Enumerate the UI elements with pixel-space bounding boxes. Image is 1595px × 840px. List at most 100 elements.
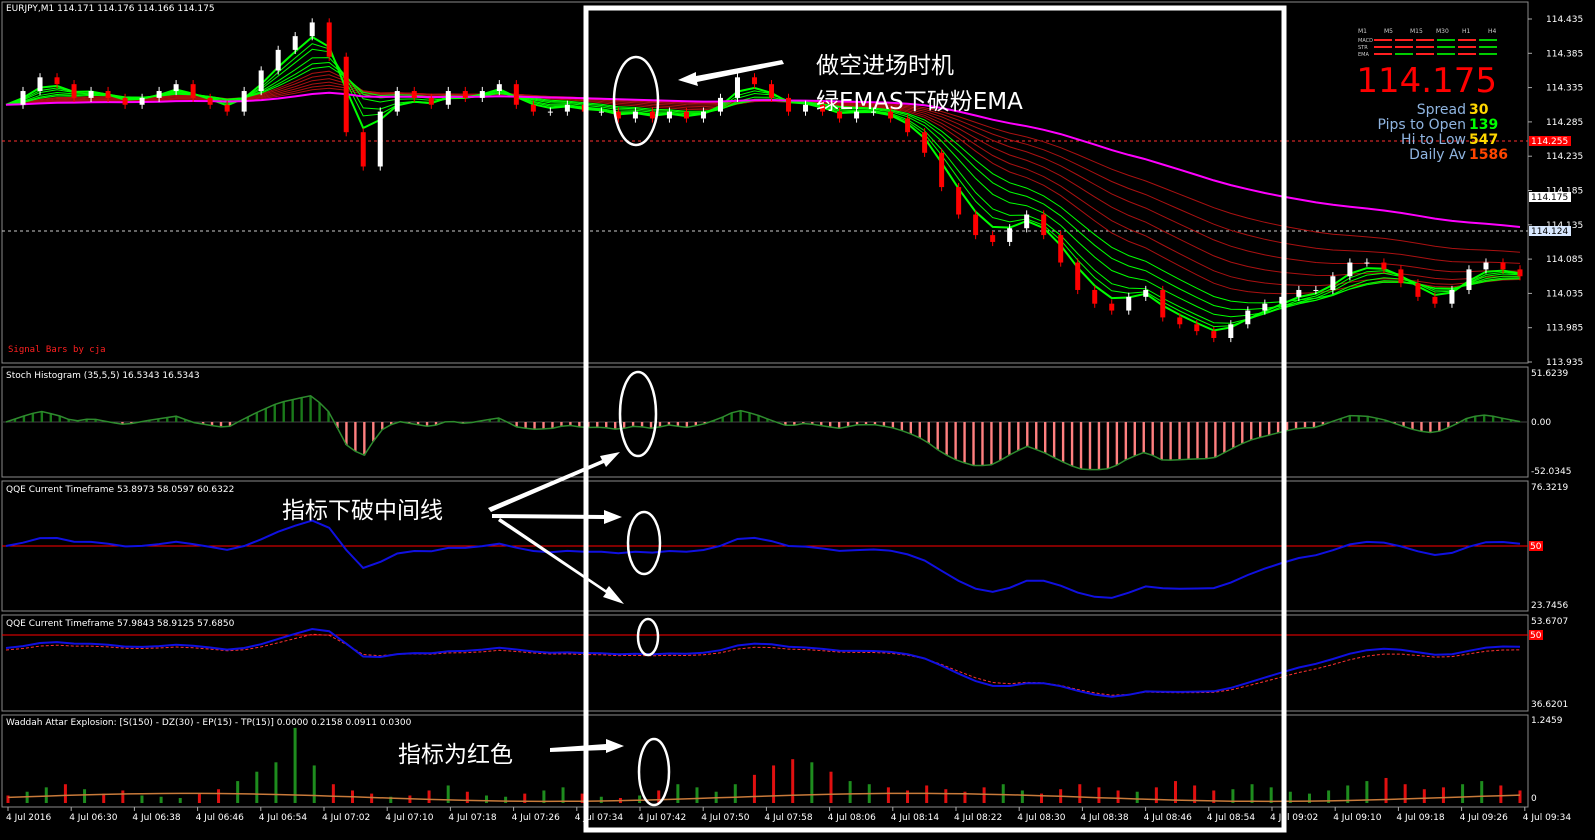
candle-body	[1449, 289, 1455, 304]
candle-body	[428, 97, 434, 105]
candle-body	[1228, 324, 1234, 338]
time-tick-label: 4 Jul 07:26	[512, 813, 561, 823]
qqe1-line	[5, 519, 1521, 599]
candle-body	[1024, 214, 1030, 229]
candle-body	[803, 104, 809, 112]
waddah-bars	[6, 727, 1522, 803]
candle-body	[1092, 289, 1098, 304]
candle-body	[734, 77, 740, 98]
candle-body	[343, 56, 349, 133]
fast-ema-line	[5, 43, 1521, 328]
candle-body	[88, 91, 94, 98]
candle-body	[377, 111, 383, 167]
red-bars-annotation: 指标为红色	[398, 742, 513, 768]
candle-body	[1177, 317, 1183, 325]
signal-stats: Spread 30Pips to Open 139Hi to Low 547Daily…	[1377, 102, 1508, 163]
stoch-circle	[618, 370, 658, 458]
qqe1-circle	[626, 510, 662, 576]
signal-row-label: EMA	[1358, 52, 1369, 58]
candle-body	[394, 91, 400, 112]
main-chart-frame[interactable]	[1, 1, 1529, 364]
signal-column-label: H1	[1462, 28, 1471, 35]
waddah-axis-top: 1.2459	[1531, 716, 1563, 726]
qqe1-line	[5, 519, 1521, 599]
entry-annotation-line2: 绿EMAS下破粉EMA	[816, 89, 1023, 115]
time-axis: 4 Jul 2016 4 Jul 06:30 4 Jul 06:38 4 Jul 06…	[6, 807, 1571, 823]
time-tick-label: 4 Jul 07:50	[701, 813, 750, 823]
candle-body	[292, 36, 298, 50]
qqe2-axis-top: 53.6707	[1531, 617, 1568, 627]
candle-body	[173, 84, 179, 92]
time-tick-label: 4 Jul 07:10	[385, 813, 434, 823]
candle-body	[1194, 324, 1200, 332]
candle-body	[1262, 303, 1268, 311]
big-price: 114.175	[1356, 61, 1497, 101]
time-tick-label: 4 Jul 06:38	[132, 813, 181, 823]
entry-arrow	[678, 60, 784, 86]
price-tick-label: 114.435	[1546, 15, 1583, 25]
candle-body	[224, 104, 230, 112]
qqe2-panel-frame[interactable]	[1, 614, 1529, 712]
stoch-outline	[5, 394, 1521, 471]
candle-body	[241, 91, 247, 112]
candle-body	[649, 111, 655, 119]
candle-body	[71, 84, 77, 98]
candle-body	[1432, 296, 1438, 304]
price-tick-label: 114.385	[1546, 49, 1583, 59]
candle-body	[122, 97, 128, 105]
qqe1-axis-bottom: 23.7456	[1531, 601, 1568, 611]
candle-body	[258, 70, 264, 92]
candle-body	[105, 91, 111, 98]
stat-label: Pips to Open	[1377, 117, 1466, 133]
qqe2-line	[5, 627, 1521, 698]
time-tick-label: 4 Jul 08:46	[1144, 813, 1193, 823]
candle-body	[1398, 269, 1404, 284]
qqe2-axis-mid: 50	[1530, 631, 1542, 641]
candle-body	[1126, 296, 1132, 311]
candle-body	[513, 84, 519, 105]
fast-ema-line	[5, 57, 1520, 318]
price-tick-label: 113.985	[1546, 324, 1583, 334]
signal-row-label: STR	[1358, 45, 1368, 51]
qqe2-title: QQE Current Timeframe 57.9843 58.9125 57…	[6, 619, 235, 629]
qqe1-title: QQE Current Timeframe 53.8973 58.0597 60…	[6, 485, 234, 495]
mt4-chart-window: EURJPY,M1 114.171 114.176 114.166 114.17…	[0, 0, 1595, 840]
candle-body	[1517, 269, 1523, 277]
time-tick-label: 4 Jul 09:18	[1396, 813, 1445, 823]
candle-body	[939, 152, 945, 188]
signal-grid: M1 M5 M15 M30 H1 H4 MACDSTREMA	[1358, 28, 1497, 58]
candle-body	[309, 22, 315, 37]
signal-column-label: H4	[1488, 28, 1497, 35]
slow-ema-line	[5, 84, 1521, 264]
candle-body	[973, 214, 979, 236]
time-tick-label: 4 Jul 07:34	[575, 813, 624, 823]
candle-body	[190, 84, 196, 98]
candle-body	[530, 104, 536, 112]
signal-column-label: M15	[1410, 28, 1423, 35]
time-tick-label: 4 Jul 06:30	[69, 813, 118, 823]
slow-ema-line	[5, 81, 1521, 273]
slow-ema-line	[5, 78, 1520, 281]
stat-value: 139	[1469, 117, 1498, 133]
time-tick-label: 4 Jul 09:34	[1523, 813, 1572, 823]
signature-label: Signal Bars by cja	[8, 345, 106, 355]
candle-body	[360, 132, 366, 167]
candle-body	[922, 132, 928, 153]
stat-label: Daily Av	[1409, 147, 1466, 163]
waddah-explosion-line	[7, 792, 1521, 803]
candle-body	[700, 111, 706, 119]
time-tick-label: 4 Jul 08:30	[1017, 813, 1066, 823]
annotations	[612, 55, 671, 807]
candle-body	[54, 77, 60, 85]
signal-panel: M1 M5 M15 M30 H1 H4 MACDSTREMA 114.175 Spread 3…	[1356, 28, 1508, 163]
stoch-axis-top: 51.6239	[1531, 369, 1568, 379]
candle-body	[207, 97, 213, 105]
candle-body	[462, 91, 468, 98]
candle-body	[1058, 235, 1064, 263]
candle-body	[769, 84, 775, 98]
candle-body	[598, 111, 604, 113]
qqe2-axis-bottom: 36.6201	[1531, 700, 1568, 710]
time-tick-label: 4 Jul 07:42	[638, 813, 686, 823]
candle-body	[632, 111, 638, 119]
candle-body	[666, 111, 672, 119]
